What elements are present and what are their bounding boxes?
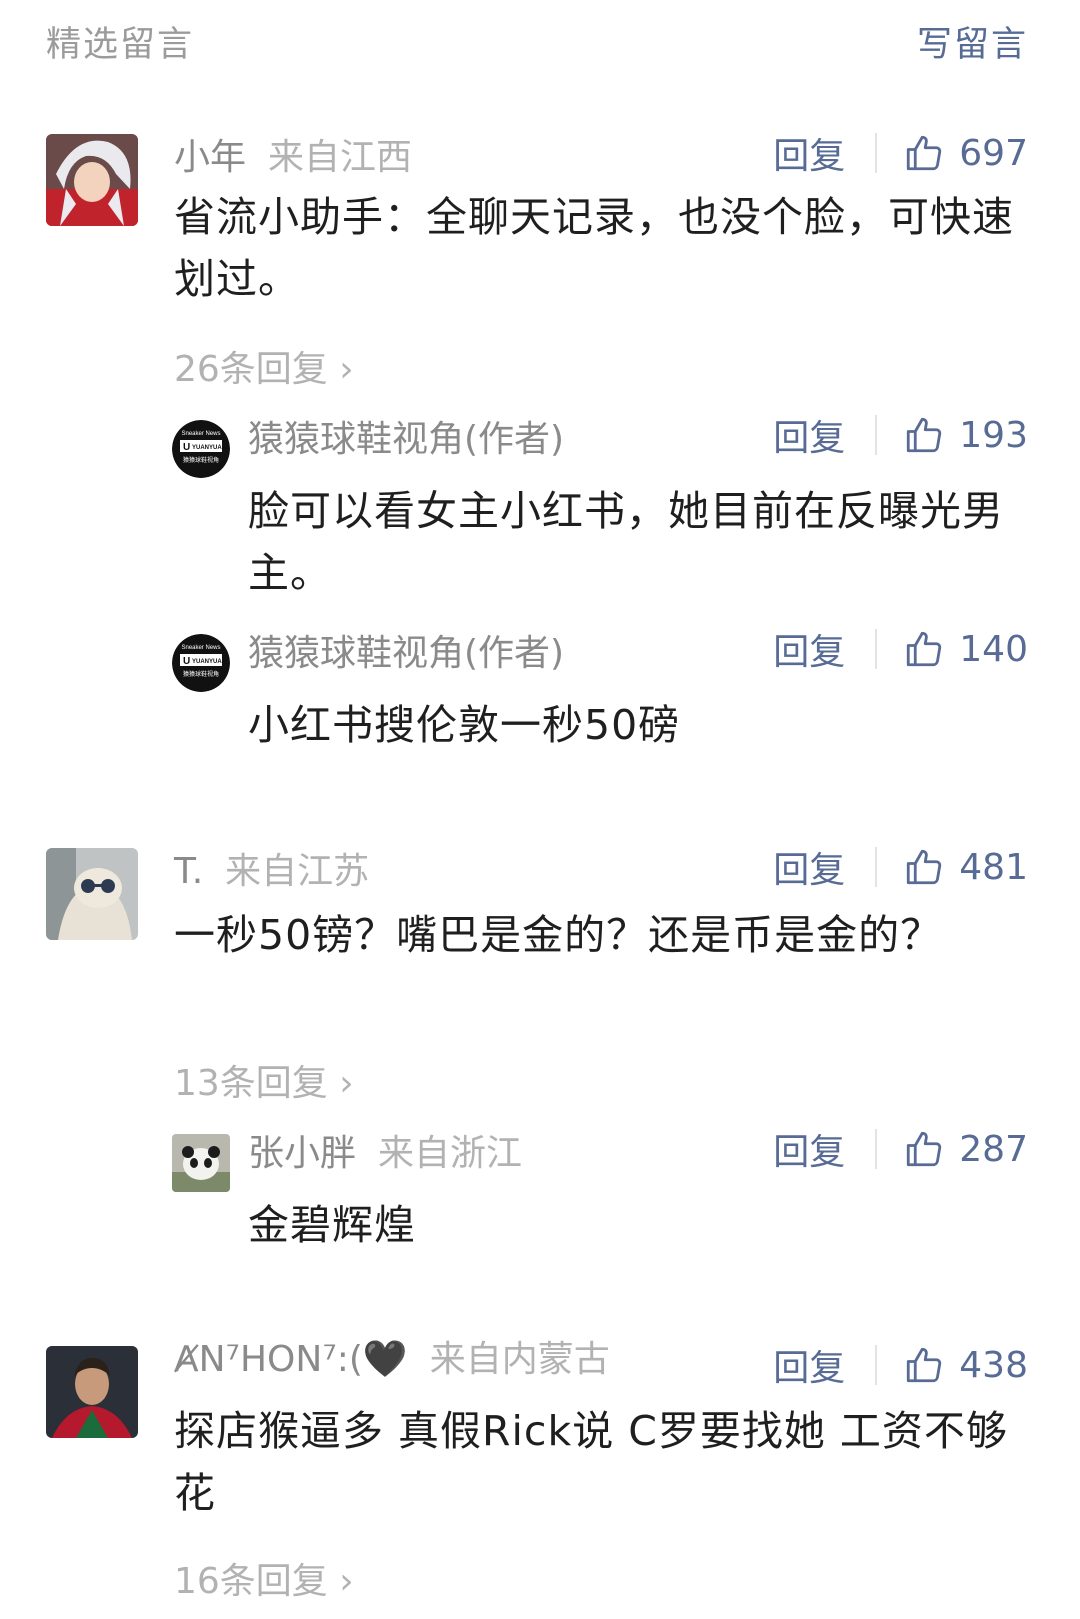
like-count: 438 — [959, 1344, 1028, 1386]
reply-meta: 猿猿球鞋视角(作者) — [248, 410, 564, 462]
author-name[interactable]: 猿猿球鞋视角(作者) — [248, 419, 564, 460]
divider — [875, 1129, 878, 1169]
reply-author-name[interactable]: 张小胖 — [248, 1133, 356, 1174]
commenter-name[interactable]: 小年 — [174, 137, 246, 178]
comment-actions: 回复 697 — [773, 128, 1028, 178]
like-count: 193 — [959, 414, 1028, 456]
comment-text: 省流小助手：全聊天记录，也没个脸，可快速划过。 — [174, 193, 1014, 303]
replies-count: 26条回复 — [174, 349, 328, 390]
like-button[interactable]: 287 — [903, 1128, 1028, 1170]
reply-text: 金碧辉煌 — [248, 1201, 416, 1249]
comment-text: 探店猴逼多 真假Rick说 C罗要找她 工资不够花 — [174, 1407, 1008, 1517]
replies-count: 13条回复 — [174, 1063, 328, 1104]
avatar[interactable] — [46, 848, 138, 940]
like-count: 140 — [959, 628, 1028, 670]
svg-text:U: U — [183, 656, 190, 667]
write-comment-button[interactable]: 写留言 — [917, 16, 1028, 67]
comment-text: 一秒50镑？嘴巴是金的？还是币是金的？ — [174, 911, 943, 959]
reply-meta: 张小胖 来自浙江 — [248, 1124, 522, 1176]
divider — [875, 629, 878, 669]
reply-button[interactable]: 回复 — [773, 127, 845, 179]
chevron-right-icon: › — [327, 349, 354, 390]
logo-line1: Sneaker News — [181, 645, 220, 651]
thumbs-up-icon — [907, 1347, 942, 1383]
author-avatar[interactable]: Sneaker News U YUANYUAN 猿猿球鞋视角 — [172, 634, 230, 692]
reply-text: 小红书搜伦敦一秒50磅 — [248, 701, 681, 749]
author-avatar[interactable]: Sneaker News U YUANYUAN 猿猿球鞋视角 — [172, 420, 230, 478]
reply-actions: 回复 287 — [773, 1124, 1028, 1174]
logo-line2: YUANYUAN — [192, 445, 226, 451]
reply-button[interactable]: 回复 — [773, 841, 845, 893]
avatar[interactable] — [46, 1346, 138, 1438]
comment-meta: ȺN⁷HON⁷:(🖤 来自内蒙古 — [174, 1330, 610, 1382]
reply-button[interactable]: 回复 — [773, 623, 845, 675]
like-button[interactable]: 140 — [903, 628, 1028, 670]
svg-text:U: U — [183, 442, 190, 453]
thumbs-up-icon — [907, 417, 942, 453]
view-replies-link[interactable]: 13条回复 › — [174, 1054, 354, 1106]
thumbs-up-icon — [907, 1131, 942, 1167]
featured-comments-title: 精选留言 — [46, 25, 195, 65]
thumbs-up-icon — [907, 849, 942, 885]
replies-count: 16条回复 — [174, 1561, 328, 1602]
view-replies-link[interactable]: 16条回复 › — [174, 1552, 354, 1604]
comment-actions: 回复 481 — [773, 842, 1028, 892]
divider — [875, 847, 878, 887]
comment-actions: 回复 438 — [773, 1340, 1028, 1390]
like-button[interactable]: 193 — [903, 414, 1028, 456]
reply-text: 脸可以看女主小红书，她目前在反曝光男主。 — [248, 487, 1004, 597]
thumbs-up-icon — [907, 135, 942, 171]
chevron-right-icon: › — [327, 1063, 354, 1104]
reply-button[interactable]: 回复 — [773, 1123, 845, 1175]
reply-button[interactable]: 回复 — [773, 409, 845, 461]
view-replies-link[interactable]: 26条回复 › — [174, 340, 354, 392]
reply-button[interactable]: 回复 — [773, 1339, 845, 1391]
like-button[interactable]: 697 — [903, 132, 1028, 174]
comments-header: 精选留言 写留言 — [0, 0, 1080, 80]
divider — [875, 415, 878, 455]
commenter-name[interactable]: T. — [174, 851, 203, 892]
reply-actions: 回复 193 — [773, 410, 1028, 460]
thumbs-up-icon — [907, 631, 942, 667]
logo-line2: YUANYUAN — [192, 659, 226, 665]
reply-meta: 猿猿球鞋视角(作者) — [248, 624, 564, 676]
commenter-location: 来自江苏 — [225, 851, 370, 892]
commenter-location: 来自江西 — [268, 137, 413, 178]
avatar[interactable] — [46, 134, 138, 226]
comment-meta: T. 来自江苏 — [174, 842, 369, 894]
reply-avatar[interactable] — [172, 1134, 230, 1192]
comment-meta: 小年 来自江西 — [174, 128, 412, 180]
divider — [875, 1345, 878, 1385]
chevron-right-icon: › — [327, 1561, 354, 1602]
like-button[interactable]: 481 — [903, 846, 1028, 888]
like-count: 697 — [959, 132, 1028, 174]
logo-line1: Sneaker News — [181, 431, 220, 437]
logo-line3: 猿猿球鞋视角 — [183, 456, 219, 464]
logo-line3: 猿猿球鞋视角 — [183, 670, 219, 678]
like-button[interactable]: 438 — [903, 1344, 1028, 1386]
reply-actions: 回复 140 — [773, 624, 1028, 674]
commenter-name[interactable]: ȺN⁷HON⁷:(🖤 — [174, 1339, 408, 1380]
like-count: 287 — [959, 1128, 1028, 1170]
reply-author-location: 来自浙江 — [378, 1133, 523, 1174]
author-name[interactable]: 猿猿球鞋视角(作者) — [248, 633, 564, 674]
divider — [875, 133, 878, 173]
like-count: 481 — [959, 846, 1028, 888]
commenter-location: 来自内蒙古 — [429, 1339, 610, 1380]
